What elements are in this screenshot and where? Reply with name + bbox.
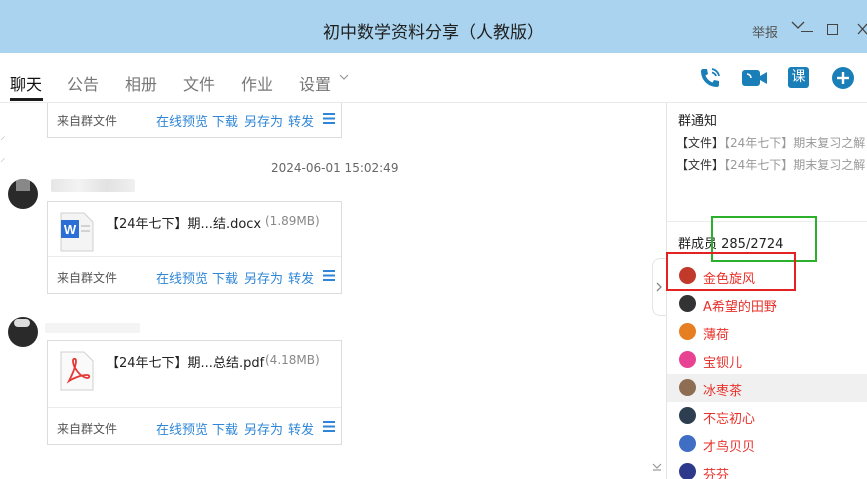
left-edge-mark: ⸍ xyxy=(0,134,6,147)
notice-title: 群通知 xyxy=(678,114,718,129)
tab-chat[interactable]: 聊天 xyxy=(10,71,42,95)
file-size: (1.89MB) xyxy=(265,214,320,228)
member-item[interactable]: 不忘初心 xyxy=(667,402,867,430)
member-name: 芬芬 xyxy=(703,468,730,479)
notice-tag: 【文件】 xyxy=(676,136,725,150)
file-name[interactable]: 【24年七下】期...总结.pdf xyxy=(106,352,264,371)
phone-icon[interactable] xyxy=(698,66,722,90)
member-avatar xyxy=(679,351,696,368)
tab-files[interactable]: 文件 xyxy=(183,71,215,95)
notice-tag: 【文件】 xyxy=(676,158,725,172)
member-item[interactable]: 薄荷 xyxy=(667,318,867,346)
menu-icon[interactable] xyxy=(323,270,335,281)
close-icon[interactable] xyxy=(856,22,867,36)
preview-link[interactable]: 在线预览 xyxy=(156,111,208,130)
video-icon[interactable] xyxy=(741,66,768,90)
forward-link[interactable]: 转发 xyxy=(288,268,314,287)
member-name: 薄荷 xyxy=(703,328,730,343)
settings-chevron-icon[interactable] xyxy=(339,73,349,81)
file-source-label: 来自群文件 xyxy=(57,114,118,128)
report-button[interactable]: 举报 xyxy=(752,22,778,41)
tab-settings[interactable]: 设置 xyxy=(299,71,331,95)
menu-icon[interactable] xyxy=(323,421,335,432)
notice-text: 【24年七下】期末复习之解 xyxy=(724,158,866,172)
file-source-label: 来自群文件 xyxy=(57,271,118,285)
member-name: 宝钡儿 xyxy=(703,356,743,371)
active-tab-indicator xyxy=(10,98,43,101)
file-card[interactable]: 【24年七下】期...总结.pdf (4.18MB) 来自群文件 在线预览 下载… xyxy=(47,340,342,445)
member-name: 才鸟贝贝 xyxy=(703,440,756,455)
save-as-link[interactable]: 另存为 xyxy=(244,419,283,438)
preview-link[interactable]: 在线预览 xyxy=(156,419,208,438)
file-size: (4.18MB) xyxy=(265,353,320,367)
download-link[interactable]: 下载 xyxy=(212,111,238,130)
class-icon[interactable]: 课 xyxy=(788,67,809,88)
annotation-box-red xyxy=(666,252,796,291)
chat-area[interactable]: ⸍ ⸍ 来自群文件 在线预览 下载 另存为 转发 2024-06-01 15:0… xyxy=(0,103,666,479)
tab-bar: 聊天 公告 相册 文件 作业 设置 xyxy=(0,53,867,103)
forward-link[interactable]: 转发 xyxy=(288,419,314,438)
avatar[interactable] xyxy=(8,317,38,347)
scroll-down-icon[interactable] xyxy=(651,462,663,472)
notice-item[interactable]: 【文件】【24年七下】期末复习之解 xyxy=(676,156,865,173)
member-name: 冰枣茶 xyxy=(703,384,743,399)
member-avatar xyxy=(679,435,696,452)
file-card[interactable]: W 【24年七下】期...结.docx (1.89MB) 来自群文件 在线预览 … xyxy=(47,201,342,294)
tab-album[interactable]: 相册 xyxy=(125,71,157,95)
word-file-icon: W xyxy=(60,212,94,252)
tab-announcements[interactable]: 公告 xyxy=(67,71,99,95)
minimize-button[interactable] xyxy=(801,31,813,32)
member-item[interactable]: 芬芬 xyxy=(667,458,867,479)
forward-link[interactable]: 转发 xyxy=(288,111,314,130)
save-as-link[interactable]: 另存为 xyxy=(244,111,283,130)
add-icon[interactable] xyxy=(831,66,855,90)
download-link[interactable]: 下载 xyxy=(212,419,238,438)
chevron-down-icon[interactable] xyxy=(791,20,805,30)
save-as-link[interactable]: 另存为 xyxy=(244,268,283,287)
sender-name-blurred xyxy=(45,323,140,333)
title-bar: 初中数学资料分享（人教版） 举报 xyxy=(0,0,867,53)
member-avatar xyxy=(679,379,696,396)
member-item[interactable]: 宝钡儿 xyxy=(667,346,867,374)
member-name: A希望的田野 xyxy=(703,300,777,315)
member-name: 不忘初心 xyxy=(703,412,756,427)
menu-icon[interactable] xyxy=(323,113,335,124)
pdf-file-icon xyxy=(60,351,94,391)
maximize-button[interactable] xyxy=(827,24,838,35)
member-item[interactable]: 才鸟贝贝 xyxy=(667,430,867,458)
member-item[interactable]: 冰枣茶 xyxy=(667,374,867,402)
member-item[interactable]: A希望的田野 xyxy=(667,290,867,318)
notice-text: 【24年七下】期末复习之解 xyxy=(724,136,866,150)
member-avatar xyxy=(679,295,696,312)
notice-item[interactable]: 【文件】【24年七下】期末复习之解 xyxy=(676,134,865,151)
file-source-label: 来自群文件 xyxy=(57,422,118,436)
avatar[interactable] xyxy=(8,179,38,209)
collapse-panel-handle[interactable] xyxy=(652,258,666,316)
svg-text:W: W xyxy=(64,222,77,237)
file-name[interactable]: 【24年七下】期...结.docx xyxy=(106,213,261,232)
window-title: 初中数学资料分享（人教版） xyxy=(323,23,544,43)
left-edge-mark: ⸍ xyxy=(0,156,6,169)
chevron-right-icon xyxy=(656,282,662,292)
preview-link[interactable]: 在线预览 xyxy=(156,268,208,287)
download-link[interactable]: 下载 xyxy=(212,268,238,287)
member-avatar xyxy=(679,323,696,340)
sender-name-blurred xyxy=(51,179,135,192)
tab-homework[interactable]: 作业 xyxy=(241,71,273,95)
file-card-partial[interactable]: 来自群文件 在线预览 下载 另存为 转发 xyxy=(47,103,342,138)
group-info-panel: 群通知 【文件】【24年七下】期末复习之解 【文件】【24年七下】期末复习之解 … xyxy=(667,103,867,479)
member-avatar xyxy=(679,463,696,479)
member-avatar xyxy=(679,407,696,424)
message-timestamp: 2024-06-01 15:02:49 xyxy=(271,161,399,175)
